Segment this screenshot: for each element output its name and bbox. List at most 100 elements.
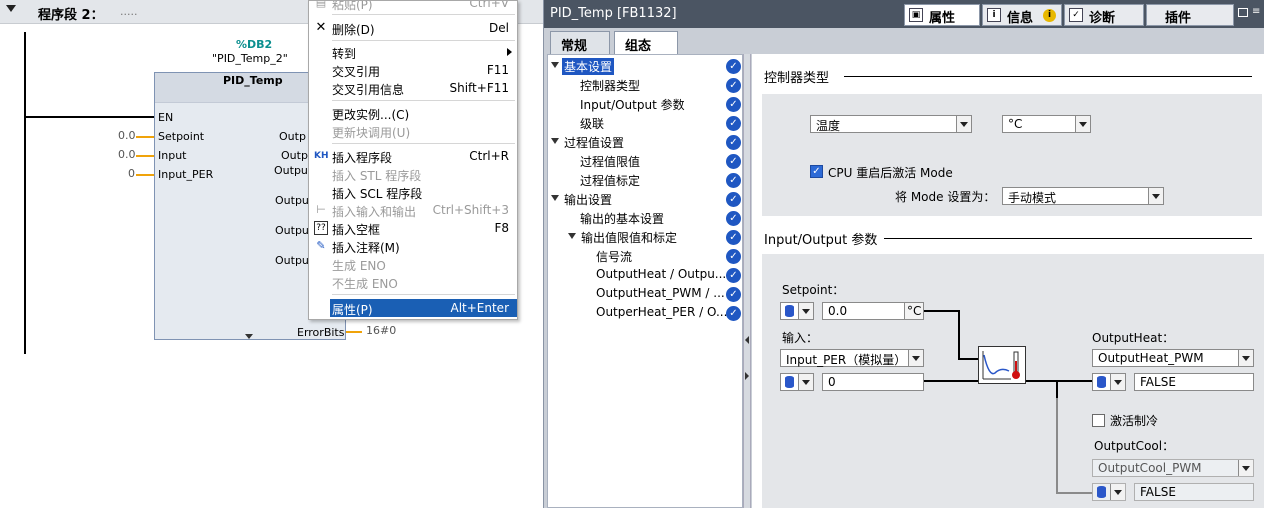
setpoint-value[interactable]: 0.0 [118,129,136,142]
nav-item-output-basic[interactable]: 输出的基本设置 [580,210,664,228]
tab-plugins[interactable]: 插件 [1146,4,1234,26]
dropdown-arrow-icon[interactable] [798,303,813,319]
outputcool-select[interactable]: OutputCool_PWM [1092,459,1254,477]
errorbits-wire [346,331,362,333]
cooling-checkbox[interactable] [1092,414,1105,427]
network-comment[interactable]: ..... [120,5,137,18]
input-field[interactable]: 0 [822,373,924,391]
input-value[interactable]: 0.0 [118,148,136,161]
restore-icon[interactable] [1238,8,1248,17]
subtab-general[interactable]: 常规 [550,31,610,54]
outputcool-label: OutputCool： [1094,439,1175,453]
nav-item-signal-flow[interactable]: 信号流 [596,248,632,266]
input-select[interactable]: Input_PER（模拟量） [780,349,924,367]
nav-item-outputheat-pwm[interactable]: OutputHeat_PWM / ... [596,286,725,304]
dropdown-arrow-icon[interactable] [1238,460,1253,476]
nav-item-cascade[interactable]: 级联 [580,115,604,133]
dropdown-arrow-icon[interactable] [798,374,813,390]
check-icon: ✓ [726,59,741,74]
nav-item-controller-type[interactable]: 控制器类型 [580,77,640,95]
expand-right-icon[interactable] [745,372,749,380]
menu-item-delete[interactable]: ✕ 删除(D) Del [309,19,517,38]
nav-label: 过程值设置 [564,136,625,150]
tab-info[interactable]: i 信息 i [982,4,1062,26]
panel-splitter[interactable] [743,54,751,508]
menu-item-no-eno[interactable]: 不生成 ENO [309,273,517,291]
pin-en: EN [158,111,174,124]
menu-item-generate-eno[interactable]: 生成 ENO [309,255,517,273]
menu-item-insert-comment[interactable]: ✎ 插入注释(M) [309,237,517,255]
dropdown-arrow-icon[interactable] [1148,188,1163,204]
unit-select[interactable]: °C [1002,115,1091,133]
pin-output: Outp [281,149,308,162]
controller-type-select[interactable]: 温度 [810,115,972,133]
input-wire [136,155,154,157]
menu-separator [332,40,515,41]
nav-item-outputheat[interactable]: OutputHeat / Outpu... [596,267,726,285]
menu-item-insert-empty-box[interactable]: ?? 插入空框 F8 [309,219,517,237]
pin-errorbits: ErrorBits [297,326,345,339]
input-per-value[interactable]: 0 [128,167,135,180]
errorbits-value[interactable]: 16#0 [366,324,396,337]
pin-output: Outpu [275,254,309,267]
nav-item-pv-limits[interactable]: 过程值限值 [580,153,640,171]
menu-item-properties[interactable]: 属性(P) Alt+Enter [330,299,517,317]
input-source[interactable] [780,373,814,391]
collapse-arrow-icon[interactable] [6,5,16,12]
menu-shortcut: Ctrl+Shift+3 [432,203,509,217]
menu-label: 属性(P) [332,303,373,317]
pin-output: Outpu [275,194,309,207]
dropdown-arrow-icon[interactable] [1110,484,1125,500]
menu-item-cross-reference-info[interactable]: 交叉引用信息 Shift+F11 [309,79,517,97]
dropdown-arrow-icon[interactable] [1110,374,1125,390]
field-value: FALSE [1140,485,1176,499]
nav-label: 输出设置 [564,193,613,207]
outputheat-source[interactable] [1092,373,1126,391]
config-nav-tree: 基本设置 控制器类型 Input/Output 参数 级联 过程值设置 过程值限… [547,54,743,508]
outputheat-label: OutputHeat： [1092,331,1175,345]
menu-item-update-call[interactable]: 更新块调用(U) [309,122,517,140]
dropdown-arrow-icon[interactable] [908,350,923,366]
db-name[interactable]: "PID_Temp_2" [212,52,288,65]
menu-item-goto[interactable]: 转到 [309,43,517,61]
outputcool-field[interactable]: FALSE [1134,483,1254,501]
dropdown-arrow-icon[interactable] [1238,350,1253,366]
menu-shortcut: Shift+F11 [449,81,509,95]
menu-item-cross-reference[interactable]: 交叉引用 F11 [309,61,517,79]
field-value: FALSE [1140,375,1176,389]
cpu-restart-checkbox[interactable]: ✓ [810,165,823,178]
subtab-configuration[interactable]: 组态 [614,31,678,55]
nav-item-outputheat-per[interactable]: OutperHeat_PER / O... [596,305,727,323]
nav-item-io-params[interactable]: Input/Output 参数 [580,96,685,114]
nav-item-pv-scaling[interactable]: 过程值标定 [580,172,640,190]
menu-item-insert-io[interactable]: ⊢ 插入输入和输出 Ctrl+Shift+3 [309,201,517,219]
mode-select[interactable]: 手动模式 [1002,187,1164,205]
menu-lines-icon[interactable]: ≡ [1252,7,1262,17]
setpoint-label: Setpoint： [782,283,845,297]
menu-item-insert-network[interactable]: KH 插入程序段 Ctrl+R [309,147,517,165]
outputheat-select[interactable]: OutputHeat_PWM [1092,349,1254,367]
menu-item-insert-stl[interactable]: 插入 STL 程序段 [309,165,517,183]
menu-label: 插入输入和输出 [332,205,417,219]
menu-shortcut: Ctrl+R [469,149,509,163]
collapse-left-icon[interactable] [745,336,749,344]
check-icon: ✓ [726,249,741,264]
expand-arrow-icon[interactable] [245,334,253,339]
dropdown-arrow-icon[interactable] [1075,116,1090,132]
menu-item-change-instance[interactable]: 更改实例...(C) [309,104,517,122]
setpoint-source[interactable] [780,302,814,320]
section-title-io-params: Input/Output 参数 [764,233,878,248]
outputcool-source[interactable] [1092,483,1126,501]
dropdown-arrow-icon[interactable] [956,116,971,132]
tab-diagnostics[interactable]: ✓ 诊断 [1064,4,1144,26]
menu-item-insert-scl[interactable]: 插入 SCL 程序段 [309,183,517,201]
tab-label: 属性 [929,11,956,26]
nav-label: 输出值限值和标定 [581,231,678,245]
info-icon: i [987,8,1001,22]
insert-io-icon: ⊢ [316,203,326,216]
menu-item-paste[interactable]: ▤ 粘贴(P) Ctrl+V [309,1,517,12]
outputheat-field[interactable]: FALSE [1134,373,1254,391]
menu-label: 更改实例...(C) [332,108,410,122]
tab-properties[interactable]: ▣ 属性 [904,4,980,26]
menu-shortcut: F11 [486,63,509,77]
